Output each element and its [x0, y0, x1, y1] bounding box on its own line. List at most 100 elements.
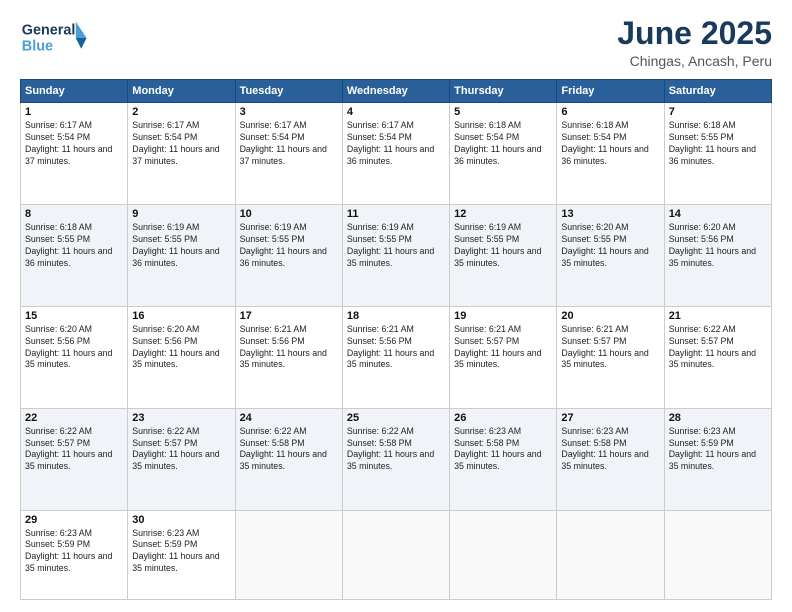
day-number: 22	[25, 412, 123, 424]
day-info: Sunrise: 6:21 AMSunset: 5:56 PMDaylight:…	[240, 324, 327, 370]
day-cell: 5 Sunrise: 6:18 AMSunset: 5:54 PMDayligh…	[450, 103, 557, 205]
day-number: 29	[25, 514, 123, 526]
day-info: Sunrise: 6:18 AMSunset: 5:55 PMDaylight:…	[25, 222, 112, 268]
day-cell: 6 Sunrise: 6:18 AMSunset: 5:54 PMDayligh…	[557, 103, 664, 205]
day-info: Sunrise: 6:23 AMSunset: 5:59 PMDaylight:…	[25, 528, 112, 574]
day-number: 26	[454, 412, 552, 424]
day-info: Sunrise: 6:21 AMSunset: 5:57 PMDaylight:…	[561, 324, 648, 370]
day-cell: 24 Sunrise: 6:22 AMSunset: 5:58 PMDaylig…	[235, 408, 342, 510]
day-cell: 15 Sunrise: 6:20 AMSunset: 5:56 PMDaylig…	[21, 306, 128, 408]
day-number: 20	[561, 310, 659, 322]
day-info: Sunrise: 6:17 AMSunset: 5:54 PMDaylight:…	[347, 120, 434, 166]
week-row-4: 22 Sunrise: 6:22 AMSunset: 5:57 PMDaylig…	[21, 408, 772, 510]
day-cell	[664, 510, 771, 600]
logo: GeneralBlue	[20, 16, 92, 60]
week-row-1: 1 Sunrise: 6:17 AMSunset: 5:54 PMDayligh…	[21, 103, 772, 205]
day-number: 25	[347, 412, 445, 424]
day-info: Sunrise: 6:17 AMSunset: 5:54 PMDaylight:…	[240, 120, 327, 166]
day-info: Sunrise: 6:18 AMSunset: 5:54 PMDaylight:…	[454, 120, 541, 166]
day-info: Sunrise: 6:17 AMSunset: 5:54 PMDaylight:…	[25, 120, 112, 166]
day-cell: 21 Sunrise: 6:22 AMSunset: 5:57 PMDaylig…	[664, 306, 771, 408]
day-cell: 8 Sunrise: 6:18 AMSunset: 5:55 PMDayligh…	[21, 205, 128, 307]
day-info: Sunrise: 6:22 AMSunset: 5:58 PMDaylight:…	[240, 426, 327, 472]
day-number: 1	[25, 106, 123, 118]
day-number: 4	[347, 106, 445, 118]
page: GeneralBlue June 2025 Chingas, Ancash, P…	[0, 0, 792, 612]
day-cell: 12 Sunrise: 6:19 AMSunset: 5:55 PMDaylig…	[450, 205, 557, 307]
day-cell	[450, 510, 557, 600]
day-info: Sunrise: 6:19 AMSunset: 5:55 PMDaylight:…	[132, 222, 219, 268]
day-number: 15	[25, 310, 123, 322]
svg-text:General: General	[22, 22, 76, 38]
day-cell: 26 Sunrise: 6:23 AMSunset: 5:58 PMDaylig…	[450, 408, 557, 510]
day-cell: 17 Sunrise: 6:21 AMSunset: 5:56 PMDaylig…	[235, 306, 342, 408]
header: GeneralBlue June 2025 Chingas, Ancash, P…	[20, 16, 772, 69]
week-row-2: 8 Sunrise: 6:18 AMSunset: 5:55 PMDayligh…	[21, 205, 772, 307]
day-cell: 16 Sunrise: 6:20 AMSunset: 5:56 PMDaylig…	[128, 306, 235, 408]
day-cell: 14 Sunrise: 6:20 AMSunset: 5:56 PMDaylig…	[664, 205, 771, 307]
day-cell: 3 Sunrise: 6:17 AMSunset: 5:54 PMDayligh…	[235, 103, 342, 205]
day-cell: 22 Sunrise: 6:22 AMSunset: 5:57 PMDaylig…	[21, 408, 128, 510]
day-number: 8	[25, 208, 123, 220]
week-row-3: 15 Sunrise: 6:20 AMSunset: 5:56 PMDaylig…	[21, 306, 772, 408]
day-cell: 23 Sunrise: 6:22 AMSunset: 5:57 PMDaylig…	[128, 408, 235, 510]
day-number: 3	[240, 106, 338, 118]
day-number: 7	[669, 106, 767, 118]
col-header-sunday: Sunday	[21, 80, 128, 103]
day-number: 23	[132, 412, 230, 424]
day-number: 27	[561, 412, 659, 424]
day-cell: 30 Sunrise: 6:23 AMSunset: 5:59 PMDaylig…	[128, 510, 235, 600]
day-info: Sunrise: 6:20 AMSunset: 5:56 PMDaylight:…	[132, 324, 219, 370]
day-cell: 4 Sunrise: 6:17 AMSunset: 5:54 PMDayligh…	[342, 103, 449, 205]
day-number: 6	[561, 106, 659, 118]
day-number: 21	[669, 310, 767, 322]
day-number: 2	[132, 106, 230, 118]
day-info: Sunrise: 6:19 AMSunset: 5:55 PMDaylight:…	[454, 222, 541, 268]
day-number: 16	[132, 310, 230, 322]
day-number: 19	[454, 310, 552, 322]
day-cell: 10 Sunrise: 6:19 AMSunset: 5:55 PMDaylig…	[235, 205, 342, 307]
day-number: 17	[240, 310, 338, 322]
col-header-saturday: Saturday	[664, 80, 771, 103]
day-cell: 19 Sunrise: 6:21 AMSunset: 5:57 PMDaylig…	[450, 306, 557, 408]
day-cell: 1 Sunrise: 6:17 AMSunset: 5:54 PMDayligh…	[21, 103, 128, 205]
title-block: June 2025 Chingas, Ancash, Peru	[617, 16, 772, 69]
day-cell: 2 Sunrise: 6:17 AMSunset: 5:54 PMDayligh…	[128, 103, 235, 205]
day-info: Sunrise: 6:20 AMSunset: 5:56 PMDaylight:…	[25, 324, 112, 370]
day-number: 5	[454, 106, 552, 118]
day-info: Sunrise: 6:22 AMSunset: 5:57 PMDaylight:…	[669, 324, 756, 370]
day-number: 30	[132, 514, 230, 526]
day-cell	[557, 510, 664, 600]
day-number: 11	[347, 208, 445, 220]
calendar-table: SundayMondayTuesdayWednesdayThursdayFrid…	[20, 79, 772, 600]
day-info: Sunrise: 6:18 AMSunset: 5:54 PMDaylight:…	[561, 120, 648, 166]
day-info: Sunrise: 6:22 AMSunset: 5:58 PMDaylight:…	[347, 426, 434, 472]
day-info: Sunrise: 6:21 AMSunset: 5:57 PMDaylight:…	[454, 324, 541, 370]
day-cell: 18 Sunrise: 6:21 AMSunset: 5:56 PMDaylig…	[342, 306, 449, 408]
day-info: Sunrise: 6:23 AMSunset: 5:58 PMDaylight:…	[454, 426, 541, 472]
day-number: 13	[561, 208, 659, 220]
col-header-thursday: Thursday	[450, 80, 557, 103]
day-cell: 9 Sunrise: 6:19 AMSunset: 5:55 PMDayligh…	[128, 205, 235, 307]
day-info: Sunrise: 6:20 AMSunset: 5:56 PMDaylight:…	[669, 222, 756, 268]
main-title: June 2025	[617, 16, 772, 51]
day-number: 10	[240, 208, 338, 220]
day-number: 14	[669, 208, 767, 220]
day-info: Sunrise: 6:23 AMSunset: 5:59 PMDaylight:…	[669, 426, 756, 472]
day-info: Sunrise: 6:18 AMSunset: 5:55 PMDaylight:…	[669, 120, 756, 166]
col-header-friday: Friday	[557, 80, 664, 103]
day-number: 12	[454, 208, 552, 220]
day-cell: 7 Sunrise: 6:18 AMSunset: 5:55 PMDayligh…	[664, 103, 771, 205]
day-info: Sunrise: 6:23 AMSunset: 5:59 PMDaylight:…	[132, 528, 219, 574]
day-cell: 25 Sunrise: 6:22 AMSunset: 5:58 PMDaylig…	[342, 408, 449, 510]
day-number: 24	[240, 412, 338, 424]
day-number: 9	[132, 208, 230, 220]
day-number: 18	[347, 310, 445, 322]
col-header-tuesday: Tuesday	[235, 80, 342, 103]
day-info: Sunrise: 6:20 AMSunset: 5:55 PMDaylight:…	[561, 222, 648, 268]
logo-svg: GeneralBlue	[20, 16, 92, 60]
day-info: Sunrise: 6:22 AMSunset: 5:57 PMDaylight:…	[132, 426, 219, 472]
day-cell: 27 Sunrise: 6:23 AMSunset: 5:58 PMDaylig…	[557, 408, 664, 510]
day-info: Sunrise: 6:19 AMSunset: 5:55 PMDaylight:…	[240, 222, 327, 268]
day-cell: 20 Sunrise: 6:21 AMSunset: 5:57 PMDaylig…	[557, 306, 664, 408]
